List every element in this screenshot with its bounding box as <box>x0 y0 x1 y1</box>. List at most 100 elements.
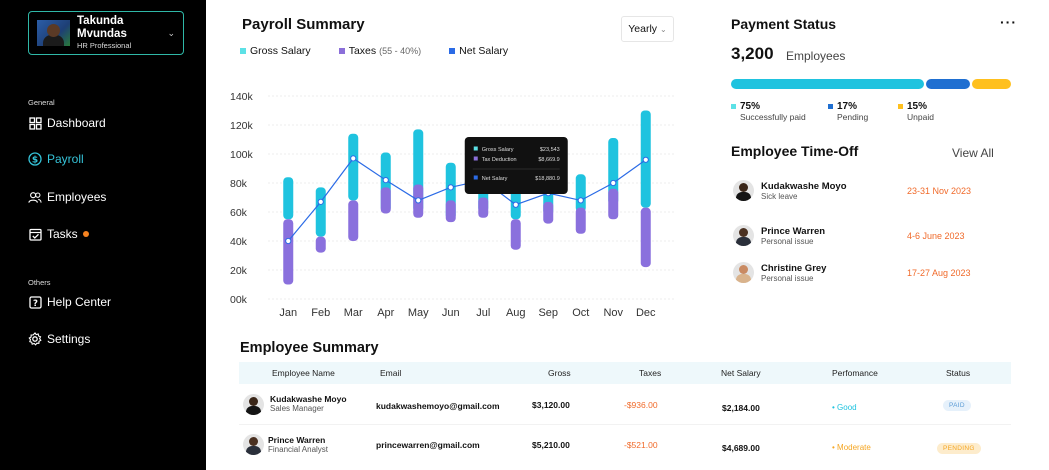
taxes-cell: -$521.00 <box>624 440 658 450</box>
x-tick-label: Jan <box>279 307 297 319</box>
x-tick-label: May <box>408 307 429 319</box>
y-tick-label: 120k <box>230 120 254 132</box>
time-off-title: Employee Time-Off <box>731 143 859 159</box>
time-off-item[interactable]: Kudakwashe Moyo Sick leave 23-31 Nov 202… <box>733 180 993 201</box>
time-off-dates: 4-6 June 2023 <box>907 230 965 241</box>
bar-gross-salary <box>575 174 586 212</box>
point-net-salary <box>382 177 389 184</box>
bar-gross-salary <box>283 177 294 220</box>
tooltip-value: $23,543 <box>540 147 560 153</box>
user-profile-switcher[interactable]: Takunda Mvundas HR Professional ⌄ <box>28 11 184 55</box>
progress-paid <box>731 79 925 89</box>
sidebar-item-dashboard[interactable]: Dashboard <box>28 116 106 130</box>
y-tick-label: 80k <box>230 178 248 190</box>
payment-status-title: Payment Status <box>731 16 837 32</box>
time-off-dates: 23-31 Nov 2023 <box>907 185 972 196</box>
sidebar-item-label: Employees <box>47 190 107 204</box>
users-icon <box>28 190 42 204</box>
tooltip-swatch <box>473 156 478 161</box>
user-name: Takunda Mvundas <box>77 15 127 40</box>
column-header[interactable]: Status <box>946 368 970 378</box>
question-icon: ? <box>28 295 42 309</box>
employee-count-label: Employees <box>786 49 846 63</box>
progress-unpaid <box>972 79 1011 89</box>
table-header <box>239 362 1011 384</box>
bar-taxes <box>478 197 489 218</box>
x-tick-label: Sep <box>538 307 558 319</box>
status-badge: PENDING <box>937 443 981 454</box>
avatar <box>37 20 70 46</box>
employee-count: 3,200 <box>731 44 774 63</box>
taxes-cell: -$936.00 <box>624 400 658 410</box>
bar-gross-salary <box>315 187 326 237</box>
net-salary-cell: $4,689.00 <box>722 443 760 453</box>
column-header[interactable]: Employee Name <box>272 368 335 378</box>
row-divider <box>239 424 1011 425</box>
bar-taxes <box>348 200 359 241</box>
y-tick-label: 60k <box>230 207 248 219</box>
dashboard-icon <box>28 116 42 130</box>
point-net-salary <box>447 184 454 191</box>
notification-dot <box>82 231 89 237</box>
y-tick-label: 40k <box>230 236 248 248</box>
payment-legend-pending: 17% Pending <box>828 101 868 122</box>
y-tick-label: 00k <box>230 294 248 306</box>
sidebar-item-label: Help Center <box>47 295 112 309</box>
x-tick-label: Apr <box>377 307 394 319</box>
time-off-item[interactable]: Christine Grey Personal issue 17-27 Aug … <box>733 262 993 283</box>
more-options-icon[interactable]: ··· <box>1000 14 1017 30</box>
view-all-link[interactable]: View All <box>952 146 994 160</box>
avatar <box>733 225 754 246</box>
sidebar-item-settings[interactable]: Settings <box>28 332 90 346</box>
sidebar-item-tasks[interactable]: Tasks <box>28 227 89 241</box>
point-net-salary <box>317 198 324 205</box>
x-tick-label: Oct <box>572 307 589 319</box>
employee-name-cell: Prince Warren Financial Analyst <box>268 435 329 454</box>
progress-pending <box>926 79 971 89</box>
performance-cell: • Moderate <box>832 443 871 452</box>
x-tick-label: Jun <box>442 307 460 319</box>
tooltip-value: $8,669.9 <box>538 157 559 163</box>
sidebar-item-label: Settings <box>47 332 91 346</box>
email-cell: princewarren@gmail.com <box>376 440 480 450</box>
x-tick-label: Dec <box>636 307 656 319</box>
user-role: HR Professional <box>77 41 132 50</box>
tooltip-swatch <box>473 146 478 151</box>
column-header[interactable]: Gross <box>548 368 571 378</box>
column-header[interactable]: Taxes <box>639 368 661 378</box>
nav-section-others: Others <box>28 278 51 287</box>
tooltip-background <box>464 137 568 194</box>
point-net-salary <box>285 237 292 245</box>
sidebar-item-help-center[interactable]: ? Help Center <box>28 295 111 309</box>
sidebar-item-label: Payroll <box>47 152 84 166</box>
x-tick-label: Aug <box>506 307 526 319</box>
bar-taxes <box>315 236 326 253</box>
gross-cell: $3,120.00 <box>532 400 570 410</box>
chevron-down-icon[interactable]: ⌄ <box>167 28 175 39</box>
nav-section-general: General <box>28 98 55 107</box>
sidebar-item-payroll[interactable]: $ Payroll <box>28 152 84 166</box>
y-tick-label: 20k <box>230 265 248 277</box>
svg-text:?: ? <box>33 299 38 309</box>
column-header[interactable]: Perfomance <box>832 368 878 378</box>
bar-taxes <box>510 219 521 250</box>
point-net-salary <box>350 155 357 162</box>
checkbox-icon <box>28 227 42 241</box>
chart-tooltip: Gross Salary $23,543 Tax Deduction $8,669.9… <box>464 137 568 194</box>
chevron-down-icon: ⌄ <box>660 24 667 34</box>
column-header[interactable]: Email <box>380 368 401 378</box>
payment-progress-bar <box>731 79 1011 89</box>
bar-taxes <box>445 200 456 223</box>
net-salary-cell: $2,184.00 <box>722 403 760 413</box>
tooltip-label: Tax Deduction <box>482 157 517 163</box>
time-off-item[interactable]: Prince Warren Personal issue 4-6 June 20… <box>733 225 993 246</box>
x-tick-label: Mar <box>344 307 363 319</box>
email-cell: kudakwashemoyo@gmail.com <box>376 401 500 411</box>
tooltip-label: Net Salary <box>482 176 508 182</box>
column-header[interactable]: Net Salary <box>721 368 761 378</box>
tooltip-label: Gross Salary <box>482 147 514 153</box>
dollar-circle-icon: $ <box>28 152 42 166</box>
period-select[interactable]: Yearly ⌄ <box>621 16 674 42</box>
sidebar-item-employees[interactable]: Employees <box>28 190 106 204</box>
bar-taxes <box>640 207 651 268</box>
